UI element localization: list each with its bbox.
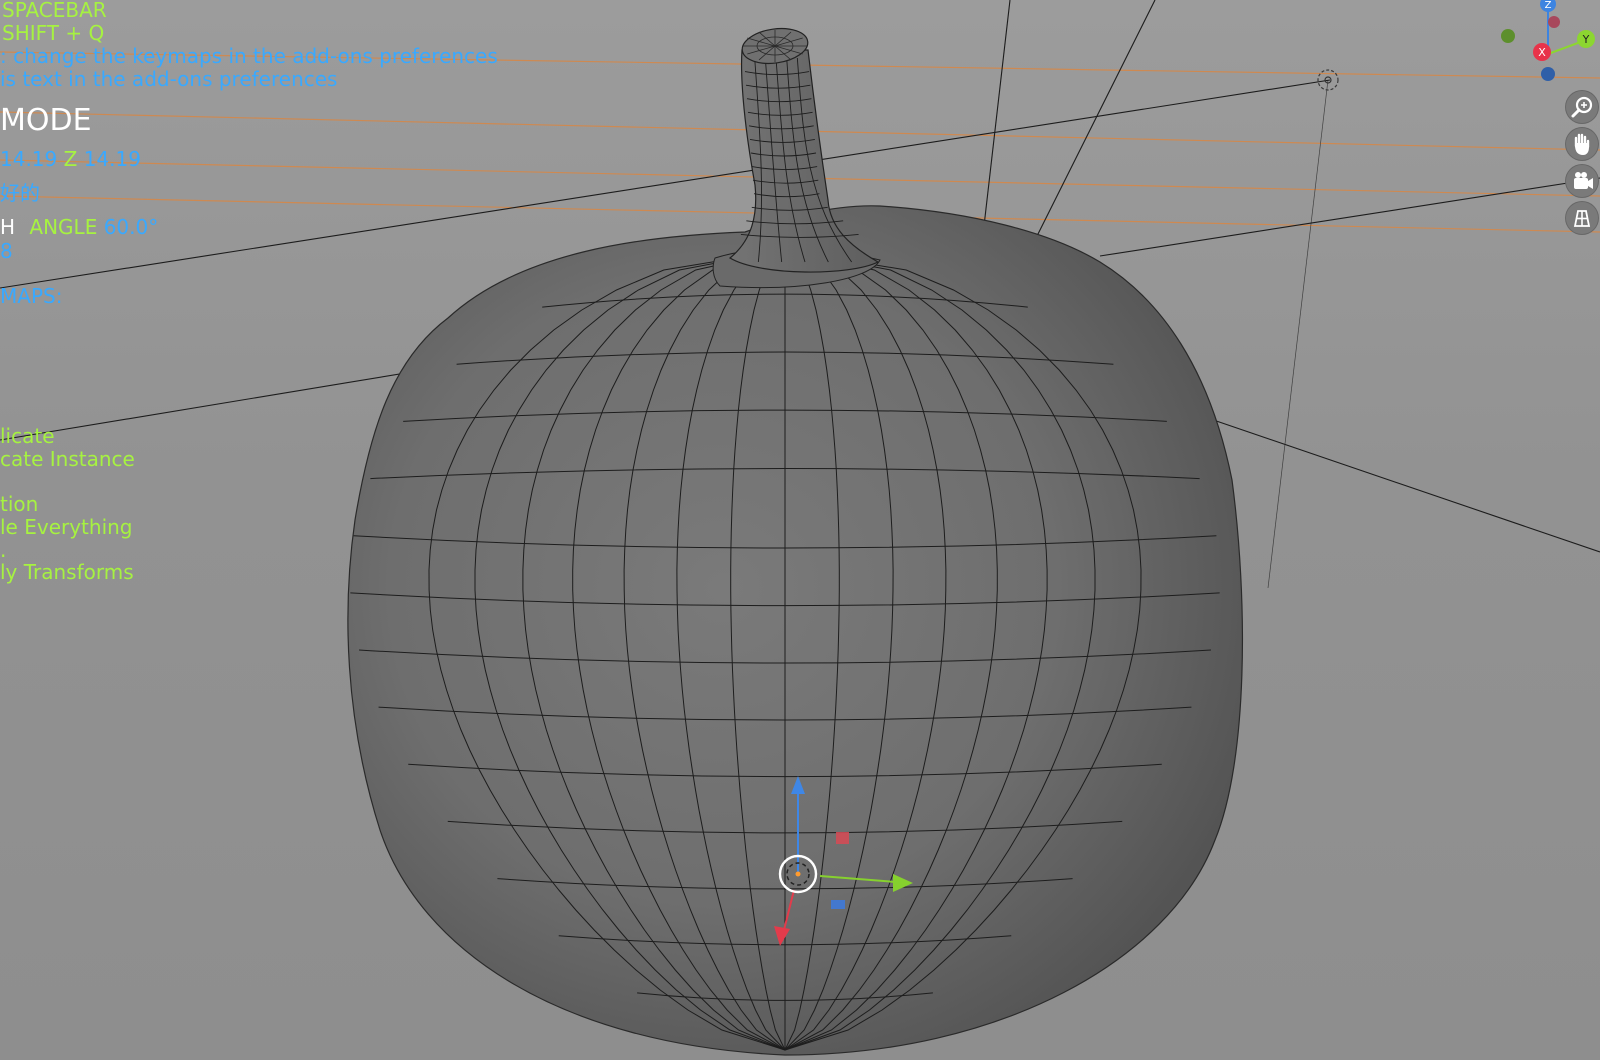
grid-view-icon <box>1573 210 1591 227</box>
camera-icon <box>1574 172 1593 189</box>
zoom-icon <box>1571 96 1593 118</box>
x-axis-label: X <box>1538 46 1546 59</box>
neg-y-axis-handle[interactable] <box>1501 29 1515 43</box>
z-axis-label: Z <box>1545 0 1552 11</box>
pan-button[interactable] <box>1565 127 1599 161</box>
neg-z-axis-handle[interactable] <box>1541 67 1555 81</box>
camera-button[interactable] <box>1565 164 1599 198</box>
xz-plane-handle[interactable] <box>836 832 849 844</box>
zoom-button[interactable] <box>1565 90 1599 124</box>
scene-canvas[interactable]: Z X Y <box>0 0 1600 1060</box>
y-axis-label: Y <box>1582 33 1590 46</box>
xy-plane-handle[interactable] <box>831 900 845 909</box>
neg-x-axis-handle[interactable] <box>1548 16 1560 28</box>
pan-hand-icon <box>1574 133 1590 155</box>
3d-viewport[interactable]: Z X Y SPACEBAR SHIFT + Q: change the ke… <box>0 0 1600 1060</box>
apple-mesh[interactable] <box>347 25 1244 1056</box>
axis-navigation-gizmo[interactable]: Z X Y <box>1501 0 1595 81</box>
view-toggle-button[interactable] <box>1565 201 1599 235</box>
